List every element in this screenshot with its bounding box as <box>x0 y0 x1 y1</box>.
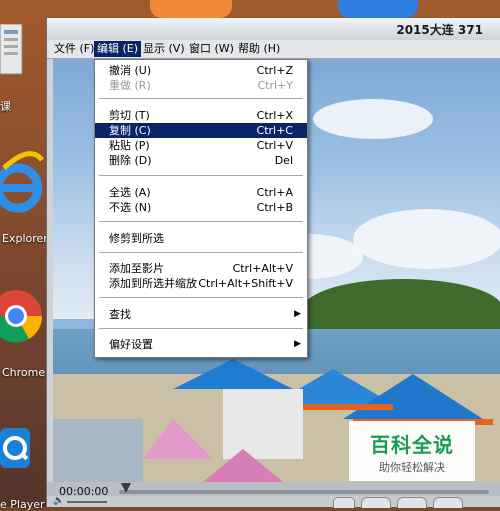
desktop-icon-chrome[interactable]: Chrome <box>0 270 46 382</box>
menu-window[interactable]: 窗口 (W) <box>186 41 237 57</box>
end-button[interactable] <box>433 497 463 508</box>
menu-item-preferences[interactable]: 偏好设置 ▶ <box>95 337 307 352</box>
desktop-icon-label: e Player <box>0 498 45 511</box>
window-title: 2015大连 371 <box>396 23 483 37</box>
menu-item-redo[interactable]: 重做 (R) Ctrl+Y <box>95 78 307 93</box>
desktop-icon-internet-explorer[interactable]: Explorer <box>0 140 48 250</box>
submenu-arrow-icon: ▶ <box>294 309 301 319</box>
menu-item-delete[interactable]: 删除 (D) Del <box>95 153 307 168</box>
menu-separator <box>99 252 303 253</box>
submenu-arrow-icon: ▶ <box>294 339 301 349</box>
menu-separator <box>99 221 303 222</box>
menu-item-cut[interactable]: 剪切 (T) Ctrl+X <box>95 108 307 123</box>
menu-separator <box>99 175 303 176</box>
watermark: 百科全说 助你轻松解决 <box>349 421 475 481</box>
menu-item-add-to-selection-scale[interactable]: 添加到所选并缩放 Ctrl+Alt+Shift+V <box>95 276 307 291</box>
control-bar: 🔈 <box>47 496 500 508</box>
video-cloud <box>313 99 433 139</box>
seek-thumb[interactable] <box>121 483 131 493</box>
watermark-subtitle: 助你轻松解决 <box>379 461 445 474</box>
taskbar-strip-blue <box>338 0 418 18</box>
menu-item-select-none[interactable]: 不选 (N) Ctrl+B <box>95 200 307 215</box>
chrome-icon <box>0 290 43 343</box>
desktop-icon-quicktime[interactable]: e Player <box>0 420 46 511</box>
desktop-icon-label: 课 <box>0 100 11 113</box>
desktop-icon-label: Explorer <box>2 232 48 245</box>
menu-file[interactable]: 文件 (F) <box>51 41 97 57</box>
play-button[interactable] <box>333 497 355 508</box>
menu-item-trim-to-selection[interactable]: 修剪到所选 <box>95 231 307 246</box>
seek-bar[interactable]: 00:00:00 <box>47 482 500 498</box>
menu-item-select-all[interactable]: 全选 (A) Ctrl+A <box>95 185 307 200</box>
menu-item-add-to-movie[interactable]: 添加至影片 Ctrl+Alt+V <box>95 261 307 276</box>
video-cloud <box>353 209 500 269</box>
forward-button[interactable] <box>397 497 427 508</box>
menu-item-undo[interactable]: 撤消 (U) Ctrl+Z <box>95 63 307 78</box>
rewind-button[interactable] <box>361 497 391 508</box>
internet-explorer-icon <box>0 151 44 213</box>
menu-item-paste[interactable]: 粘贴 (P) Ctrl+V <box>95 138 307 153</box>
menu-separator <box>99 328 303 329</box>
menu-bar: 文件 (F) 编辑 (E) 显示 (V) 窗口 (W) 帮助 (H) <box>47 40 500 59</box>
quicktime-icon <box>0 428 30 468</box>
seek-track[interactable] <box>119 490 489 494</box>
menu-edit[interactable]: 编辑 (E) <box>94 41 142 57</box>
watermark-title: 百科全说 <box>370 433 454 457</box>
menu-separator <box>99 297 303 298</box>
menu-item-copy[interactable]: 复制 (C) Ctrl+C <box>95 123 307 138</box>
taskbar-strip-orange <box>150 0 232 18</box>
menu-item-find[interactable]: 查找 ▶ <box>95 307 307 322</box>
menu-view[interactable]: 显示 (V) <box>140 41 188 57</box>
menu-help[interactable]: 帮助 (H) <box>235 41 283 57</box>
edit-menu-dropdown: 撤消 (U) Ctrl+Z 重做 (R) Ctrl+Y 剪切 (T) Ctrl+… <box>94 59 308 358</box>
title-bar[interactable]: 2015大连 371 <box>47 18 500 41</box>
volume-icon[interactable]: 🔈 <box>53 496 64 507</box>
document-icon <box>0 24 23 75</box>
desktop-icon-label: Chrome <box>2 366 46 379</box>
menu-separator <box>99 98 303 99</box>
volume-slider[interactable] <box>67 501 107 503</box>
desktop-icon-document[interactable]: 课 <box>0 20 42 115</box>
